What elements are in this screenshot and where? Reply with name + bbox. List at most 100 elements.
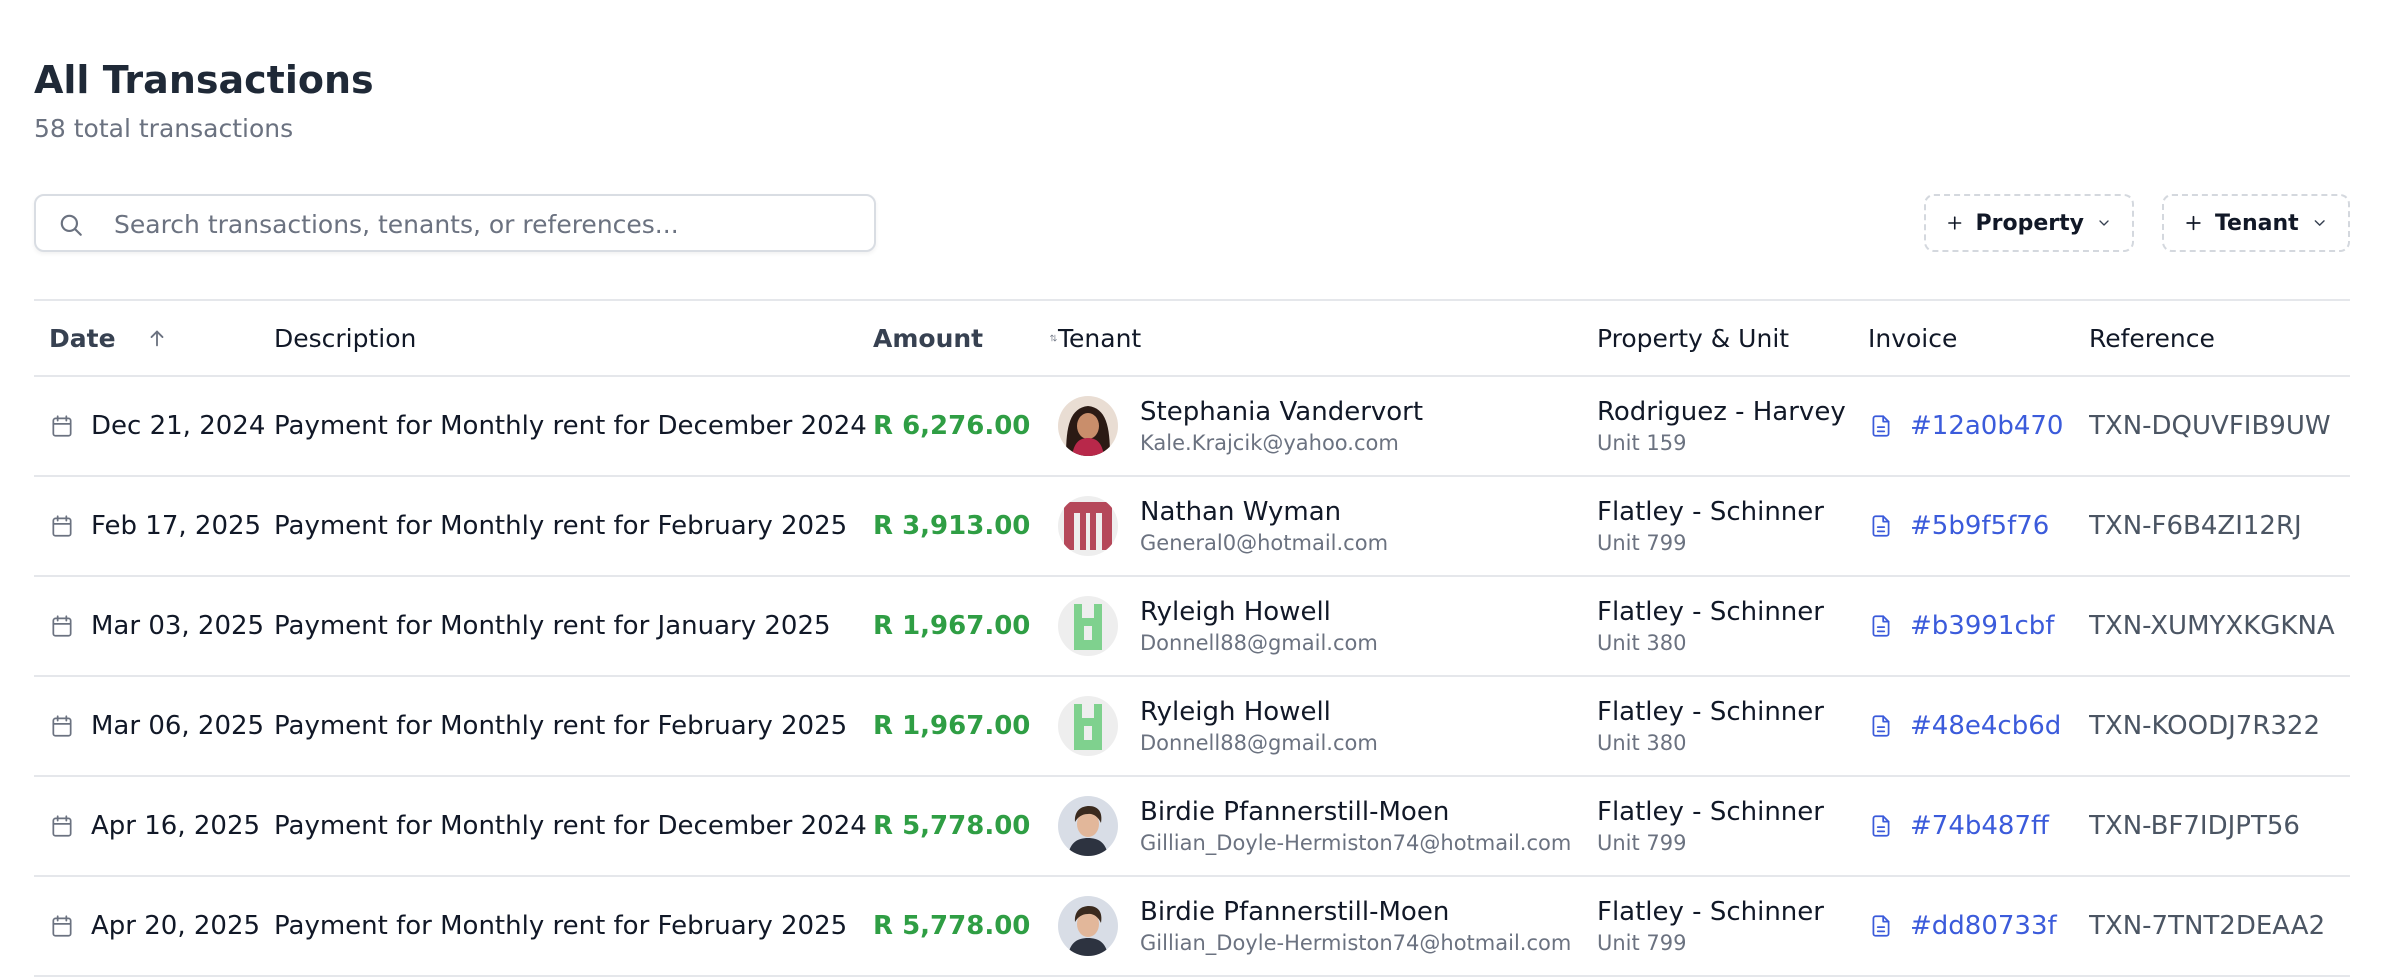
transaction-date: Dec 21, 2024 bbox=[91, 411, 266, 441]
property-unit: Unit 799 bbox=[1597, 531, 1687, 555]
page-subtitle: 58 total transactions bbox=[34, 114, 294, 143]
invoice-number: #b3991cbf bbox=[1910, 611, 2055, 641]
table-row[interactable]: Mar 06, 2025 Payment for Monthly rent fo… bbox=[34, 676, 2350, 777]
tenant-email: Donnell88@gmail.com bbox=[1140, 731, 1378, 755]
transaction-date: Mar 06, 2025 bbox=[91, 711, 265, 741]
tenant-name: Nathan Wyman bbox=[1140, 497, 1342, 527]
search-icon bbox=[60, 214, 82, 236]
document-icon bbox=[1872, 915, 1890, 937]
calendar-icon bbox=[52, 515, 72, 537]
tenant-email: Kale.Krajcik@yahoo.com bbox=[1140, 431, 1399, 455]
transactions-page: All Transactions 58 total transactions P… bbox=[0, 0, 2386, 978]
transaction-amount: R 5,778.00 bbox=[873, 911, 1031, 941]
column-header-tenant-label: Tenant bbox=[1058, 323, 1142, 353]
property-filter-button[interactable]: Property bbox=[1924, 194, 2134, 252]
tenant-avatar-photo-woman bbox=[1058, 396, 1118, 456]
chevron-down-icon bbox=[2099, 220, 2109, 226]
property-unit: Unit 799 bbox=[1597, 931, 1687, 955]
column-header-date[interactable]: Date bbox=[34, 299, 274, 377]
document-icon bbox=[1872, 715, 1890, 737]
plus-icon bbox=[2186, 215, 2201, 231]
column-header-amount-label: Amount bbox=[873, 323, 984, 353]
sort-ascending-icon[interactable] bbox=[146, 327, 168, 349]
transaction-description: Payment for Monthly rent for February 20… bbox=[274, 711, 848, 741]
transaction-amount: R 1,967.00 bbox=[873, 711, 1031, 741]
property-name: Flatley - Schinner bbox=[1597, 797, 1824, 827]
invoice-link[interactable]: #5b9f5f76 bbox=[1868, 511, 2089, 541]
tenant-email: Gillian_Doyle-Hermiston74@hotmail.com bbox=[1140, 831, 1572, 855]
calendar-icon bbox=[52, 615, 72, 637]
property-unit: Unit 159 bbox=[1597, 431, 1687, 455]
column-header-property-label: Property & Unit bbox=[1597, 323, 1790, 353]
calendar-icon bbox=[52, 715, 72, 737]
invoice-link[interactable]: #12a0b470 bbox=[1868, 411, 2089, 441]
transaction-amount: R 6,276.00 bbox=[873, 411, 1031, 441]
transaction-description: Payment for Monthly rent for December 20… bbox=[274, 811, 867, 841]
document-icon bbox=[1872, 615, 1890, 637]
invoice-link[interactable]: #74b487ff bbox=[1868, 811, 2089, 841]
table-body: Dec 21, 2024 Payment for Monthly rent fo… bbox=[34, 376, 2350, 977]
tenant-avatar-photo-man bbox=[1058, 796, 1118, 856]
table-row[interactable]: Feb 17, 2025 Payment for Monthly rent fo… bbox=[34, 476, 2350, 577]
page-title: All Transactions bbox=[34, 58, 374, 102]
tenant-name: Ryleigh Howell bbox=[1140, 597, 1331, 627]
invoice-link[interactable]: #dd80733f bbox=[1868, 911, 2089, 941]
table-row[interactable]: Mar 03, 2025 Payment for Monthly rent fo… bbox=[34, 576, 2350, 677]
transaction-reference: TXN-DQUVFIB9UW bbox=[2089, 411, 2331, 441]
transaction-description: Payment for Monthly rent for January 202… bbox=[274, 611, 831, 641]
document-icon bbox=[1872, 515, 1890, 537]
transaction-date: Apr 16, 2025 bbox=[91, 811, 261, 841]
invoice-number: #5b9f5f76 bbox=[1910, 511, 2050, 541]
invoice-number: #74b487ff bbox=[1910, 811, 2049, 841]
transaction-date: Apr 20, 2025 bbox=[91, 911, 261, 941]
column-header-reference: Reference bbox=[2089, 299, 2350, 377]
table-row[interactable]: Apr 16, 2025 Payment for Monthly rent fo… bbox=[34, 776, 2350, 877]
tenant-filter-button[interactable]: Tenant bbox=[2162, 194, 2350, 252]
invoice-link[interactable]: #b3991cbf bbox=[1868, 611, 2089, 641]
property-unit: Unit 380 bbox=[1597, 731, 1687, 755]
transaction-date: Mar 03, 2025 bbox=[91, 611, 265, 641]
transaction-reference: TXN-F6B4ZI12RJ bbox=[2089, 511, 2302, 541]
transaction-description: Payment for Monthly rent for February 20… bbox=[274, 911, 848, 941]
invoice-number: #48e4cb6d bbox=[1910, 711, 2062, 741]
tenant-name: Birdie Pfannerstill-Moen bbox=[1140, 897, 1450, 927]
plus-icon bbox=[1948, 216, 1962, 230]
tenant-name: Stephania Vandervort bbox=[1140, 397, 1424, 427]
column-header-invoice-label: Invoice bbox=[1868, 323, 1958, 353]
calendar-icon bbox=[52, 815, 72, 837]
transaction-description: Payment for Monthly rent for February 20… bbox=[274, 511, 848, 541]
search-box[interactable] bbox=[34, 194, 876, 252]
property-name: Flatley - Schinner bbox=[1597, 597, 1824, 627]
tenant-avatar-identicon-green bbox=[1058, 696, 1118, 756]
transaction-reference: TXN-7TNT2DEAA2 bbox=[2089, 911, 2326, 941]
column-header-description-label: Description bbox=[274, 323, 417, 353]
column-header-reference-label: Reference bbox=[2089, 323, 2215, 353]
invoice-number: #dd80733f bbox=[1910, 911, 2057, 941]
tenant-email: General0@hotmail.com bbox=[1140, 531, 1389, 555]
property-name: Flatley - Schinner bbox=[1597, 697, 1824, 727]
transaction-reference: TXN-KOODJ7R322 bbox=[2089, 711, 2321, 741]
document-icon bbox=[1872, 415, 1890, 437]
table-row[interactable]: Apr 20, 2025 Payment for Monthly rent fo… bbox=[34, 876, 2350, 977]
transaction-date: Feb 17, 2025 bbox=[91, 511, 262, 541]
column-header-amount[interactable]: Amount bbox=[873, 299, 1058, 377]
transactions-table-container: Date Description Amount Tenant Property … bbox=[34, 299, 2350, 977]
sort-toggle-icon[interactable] bbox=[1049, 324, 1058, 352]
invoice-number: #12a0b470 bbox=[1910, 411, 2064, 441]
table-header-row: Date Description Amount Tenant Property … bbox=[34, 299, 2350, 377]
invoice-link[interactable]: #48e4cb6d bbox=[1868, 711, 2089, 741]
transaction-amount: R 5,778.00 bbox=[873, 811, 1031, 841]
property-unit: Unit 799 bbox=[1597, 831, 1687, 855]
search-input[interactable] bbox=[112, 204, 856, 244]
transactions-table: Date Description Amount Tenant Property … bbox=[34, 299, 2350, 977]
property-name: Flatley - Schinner bbox=[1597, 897, 1824, 927]
property-unit: Unit 380 bbox=[1597, 631, 1687, 655]
tenant-avatar-photo-man bbox=[1058, 896, 1118, 956]
calendar-icon bbox=[52, 915, 72, 937]
table-row[interactable]: Dec 21, 2024 Payment for Monthly rent fo… bbox=[34, 376, 2350, 477]
column-header-description: Description bbox=[274, 299, 873, 377]
transaction-reference: TXN-XUMYXKGKNA bbox=[2089, 611, 2335, 641]
chevron-down-icon bbox=[2314, 220, 2325, 226]
tenant-avatar-identicon-red bbox=[1058, 496, 1118, 556]
transaction-description: Payment for Monthly rent for December 20… bbox=[274, 411, 867, 441]
